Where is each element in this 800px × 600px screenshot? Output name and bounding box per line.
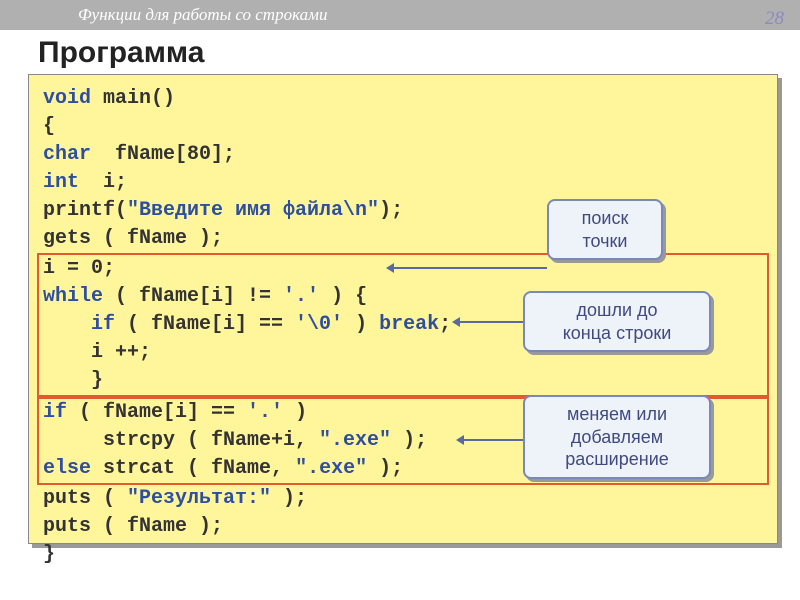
code-panel: void main() { char fName[80]; int i; pri… bbox=[28, 74, 778, 544]
callout-search-dot: поиск точки bbox=[547, 199, 663, 260]
callout-arrow-1 bbox=[389, 267, 547, 269]
callout-end-of-string: дошли до конца строки bbox=[523, 291, 711, 352]
callout-change-ext: меняем или добавляем расширение bbox=[523, 395, 711, 479]
breadcrumb: Функции для работы со строками bbox=[0, 0, 800, 30]
page-number: 28 bbox=[765, 8, 784, 30]
breadcrumb-text: Функции для работы со строками bbox=[78, 5, 327, 24]
callout-arrow-3 bbox=[459, 439, 523, 441]
page-title: Программа bbox=[38, 36, 800, 70]
callout-arrow-2 bbox=[455, 321, 523, 323]
